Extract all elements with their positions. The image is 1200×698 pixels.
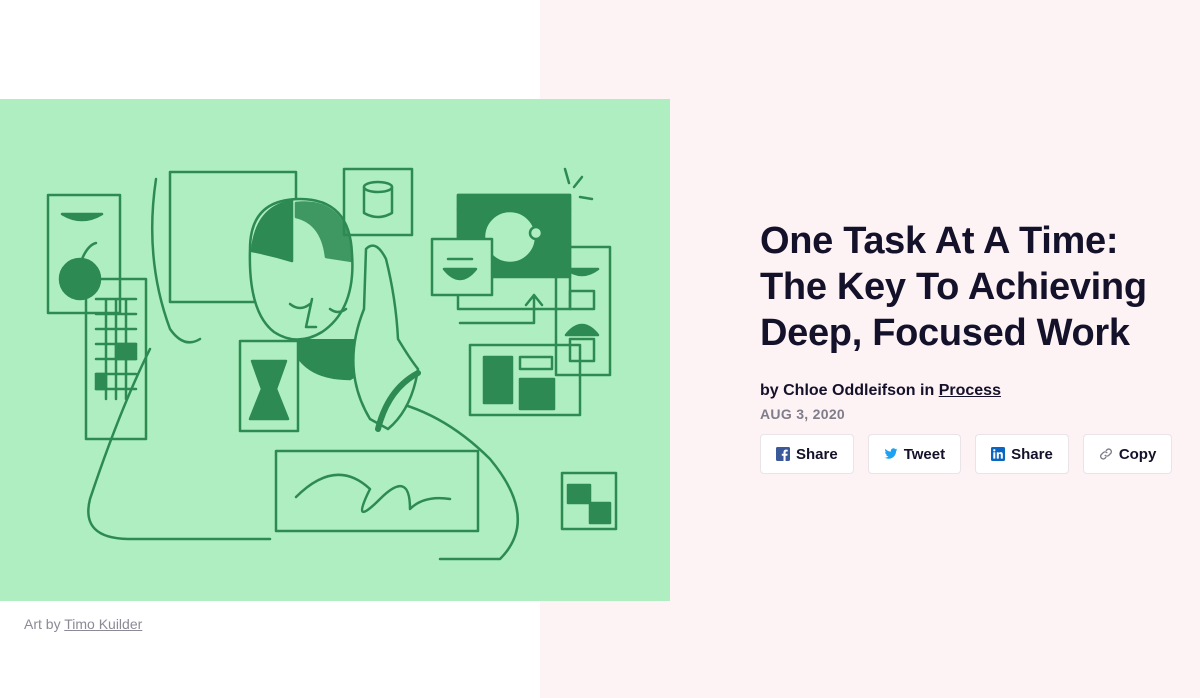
link-icon [1099,448,1112,460]
facebook-icon [776,447,790,461]
facebook-share-label: Share [796,445,838,463]
twitter-icon [884,448,898,459]
byline: by Chloe Oddleifson in Process [760,382,1180,400]
artist-link[interactable]: Timo Kuilder [64,616,142,632]
linkedin-icon [991,447,1006,461]
page: Art by Timo Kuilder One Task At A Time: … [0,0,1200,698]
facebook-share-button[interactable]: Share [760,434,854,474]
illustration-focused-person [46,167,618,561]
byline-prefix: by [760,382,779,399]
byline-in: in [920,382,935,399]
hero-illustration [0,99,670,601]
twitter-tweet-button[interactable]: Tweet [867,434,962,474]
article-title: One Task At A Time: The Key To Achieving… [760,220,1147,354]
linkedin-share-label: Share [1011,445,1053,463]
twitter-tweet-label: Tweet [903,445,946,463]
art-credit: Art by Timo Kuilder [24,616,142,632]
linkedin-share-button[interactable]: Share [975,434,1069,474]
copy-link-label: Copy [1118,445,1157,463]
art-credit-prefix: Art by [24,616,61,632]
share-buttons: Share Tweet Share Copy [760,434,1180,474]
publish-date: AUG 3, 2020 [760,406,846,422]
author-name: Chloe Oddleifson [783,382,916,399]
category-link[interactable]: Process [939,382,1001,399]
copy-link-button[interactable]: Copy [1082,434,1173,474]
article-header: One Task At A Time: The Key To Achieving… [760,218,1180,474]
